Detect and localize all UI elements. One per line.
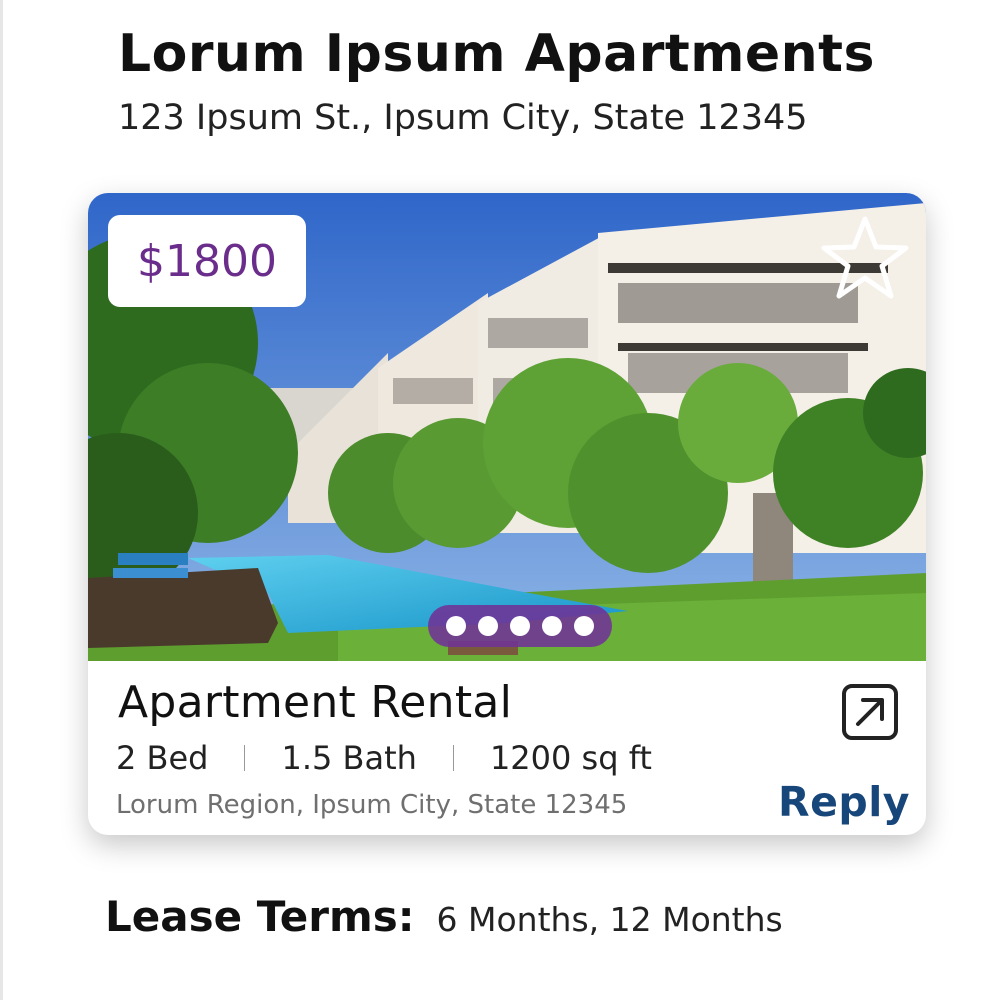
- carousel-dot[interactable]: [574, 616, 594, 636]
- price-badge: $1800: [108, 215, 306, 307]
- carousel-dot[interactable]: [510, 616, 530, 636]
- external-link-icon[interactable]: [841, 683, 899, 741]
- lease-terms: Lease Terms: 6 Months, 12 Months: [105, 892, 783, 941]
- listing-specs: 2 Bed 1.5 Bath 1200 sq ft: [116, 739, 652, 777]
- spec-divider: [452, 745, 454, 771]
- listing-card[interactable]: $1800 Apartment Rental 2 Bed 1.5 Bath 12…: [88, 193, 926, 835]
- area-size: 1200 sq ft: [489, 739, 652, 777]
- beds-count: 2 Bed: [116, 739, 209, 777]
- spec-divider: [244, 745, 246, 771]
- property-address: 123 Ipsum St., Ipsum City, State 12345: [118, 98, 808, 138]
- baths-count: 1.5 Bath: [281, 739, 417, 777]
- reply-button[interactable]: Reply: [778, 778, 910, 826]
- lease-terms-label: Lease Terms:: [105, 892, 415, 941]
- carousel-indicator[interactable]: [428, 605, 612, 647]
- carousel-dot[interactable]: [446, 616, 466, 636]
- listing-type: Apartment Rental: [118, 677, 513, 728]
- property-title: Lorum Ipsum Apartments: [118, 24, 875, 84]
- carousel-dot[interactable]: [478, 616, 498, 636]
- page-edge-divider: [0, 0, 3, 1000]
- listing-location: Lorum Region, Ipsum City, State 12345: [116, 790, 628, 820]
- carousel-dot[interactable]: [542, 616, 562, 636]
- lease-terms-value: 6 Months, 12 Months: [436, 900, 783, 939]
- property-photo[interactable]: $1800: [88, 193, 926, 661]
- listing-page: Lorum Ipsum Apartments 123 Ipsum St., Ip…: [0, 0, 1000, 1000]
- star-icon[interactable]: [820, 213, 910, 303]
